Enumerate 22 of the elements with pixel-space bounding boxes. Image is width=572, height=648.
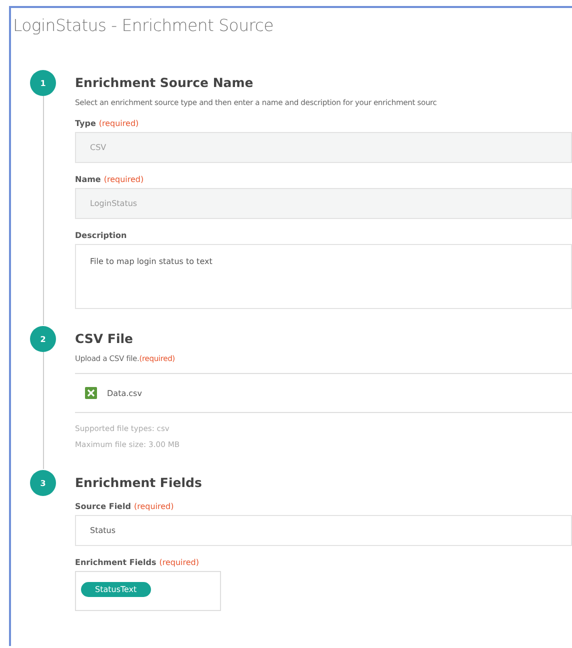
required-note: (required) [98, 119, 139, 128]
section-heading: Enrichment Fields [75, 474, 203, 490]
step-number: 3 [30, 470, 56, 496]
field-tag: StatusText [81, 582, 151, 597]
section-heading: CSV File [75, 330, 134, 346]
spreadsheet-icon [85, 387, 97, 399]
field-label: Enrichment Fields [75, 558, 156, 567]
field-label: Source Field [75, 502, 131, 511]
field-label: Name [75, 175, 101, 184]
tags-field[interactable]: StatusText [75, 571, 221, 611]
file-name: Data.csv [107, 388, 142, 398]
window-title: LoginStatus - Enrichment Source [12, 15, 275, 35]
section-heading: Enrichment Source Name [75, 74, 254, 90]
required-note: (required) [159, 558, 199, 567]
step-number: 1 [30, 70, 56, 96]
field-label: Type [75, 119, 96, 128]
required-note: (required) [104, 175, 144, 184]
step-number: 2 [30, 326, 56, 352]
field-label: Description [75, 231, 127, 240]
description-field[interactable]: File to map login status to text [75, 244, 572, 309]
required-note: (required) [134, 502, 174, 511]
input-field[interactable]: Status [75, 515, 572, 546]
